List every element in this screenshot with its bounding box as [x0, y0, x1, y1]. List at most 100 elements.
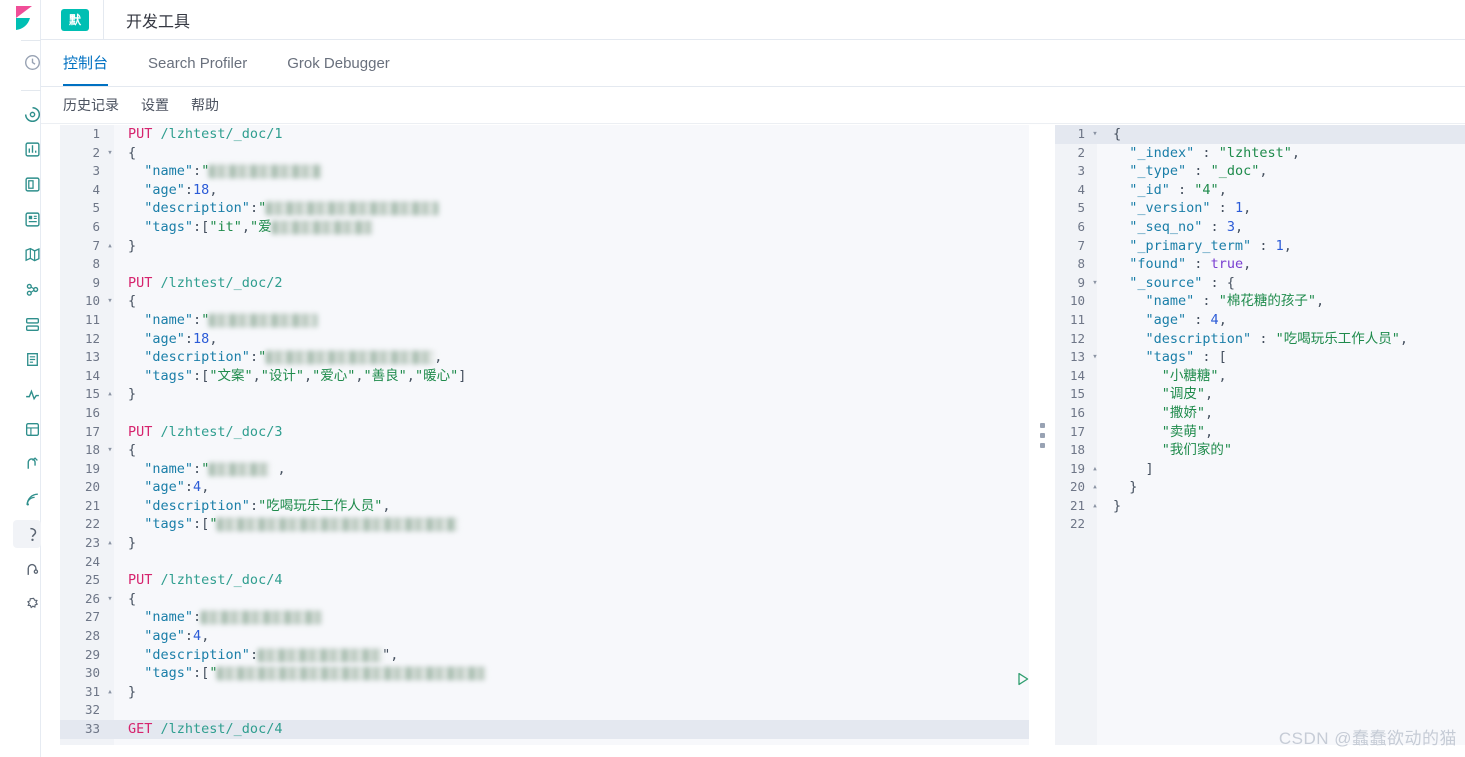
code-line[interactable]: 9 PUT /lzhtest/_doc/2: [60, 274, 1029, 293]
sidebar-item-enterprise-search[interactable]: [13, 450, 41, 478]
sidebar-item-stack-monitoring[interactable]: [13, 555, 41, 583]
submenu-item-settings[interactable]: 设置: [141, 95, 169, 115]
code-text: "卖萌",: [1161, 423, 1214, 440]
code-line[interactable]: 30 "tags":[": [60, 664, 1029, 683]
code-line[interactable]: 28 "age":4,: [60, 627, 1029, 646]
code-line[interactable]: 17 PUT /lzhtest/_doc/3: [60, 423, 1029, 442]
kibana-logo-icon[interactable]: [14, 6, 36, 30]
code-line[interactable]: 19 "name":" ,: [60, 460, 1029, 479]
fold-toggle-icon[interactable]: ▴: [104, 534, 116, 553]
code-line[interactable]: 3 "name":": [60, 162, 1029, 181]
code-line[interactable]: 27 "name":: [60, 608, 1029, 627]
submenu-item-history[interactable]: 历史记录: [63, 95, 119, 115]
sidebar-item-uptime[interactable]: [13, 380, 41, 408]
sidebar-item-maps[interactable]: [13, 240, 41, 268]
fold-toggle-icon[interactable]: ▴: [1089, 478, 1101, 497]
line-number: 18: [84, 442, 100, 458]
code-line[interactable]: 32: [60, 701, 1029, 720]
line-number: 22: [1069, 516, 1085, 532]
sidebar-item-apm[interactable]: [13, 415, 41, 443]
code-line[interactable]: 11 "name":": [60, 311, 1029, 330]
code-line[interactable]: 13 "description":",: [60, 348, 1029, 367]
fold-toggle-icon[interactable]: ▾: [104, 144, 116, 163]
fold-toggle-icon[interactable]: ▴: [1089, 460, 1101, 479]
fold-toggle-icon[interactable]: ▴: [104, 683, 116, 702]
tab-console[interactable]: 控制台: [63, 56, 109, 86]
tab-search-profiler[interactable]: Search Profiler: [148, 56, 247, 86]
fold-toggle-icon[interactable]: ▴: [104, 237, 116, 256]
code-line[interactable]: 2 ▾ {: [60, 144, 1029, 163]
sidebar-item-logs[interactable]: [13, 345, 41, 373]
redacted-text: [209, 165, 322, 179]
sidebar-item-canvas[interactable]: [13, 205, 41, 233]
play-icon[interactable]: [1015, 671, 1029, 692]
code-line[interactable]: 10 ▾ {: [60, 292, 1029, 311]
fold-toggle-icon[interactable]: ▴: [104, 385, 116, 404]
fold-toggle-icon[interactable]: ▾: [104, 441, 116, 460]
fold-toggle-icon[interactable]: ▾: [104, 292, 116, 311]
code-text: "_index" : "lzhtest",: [1129, 144, 1300, 161]
code-line[interactable]: 6 "tags":["it","爱: [60, 218, 1029, 237]
code-line: 5 "_version" : 1,: [1055, 199, 1465, 218]
request-editor[interactable]: 1 PUT /lzhtest/_doc/1 2 ▾{3 "name":" 4 "age"…: [60, 125, 1029, 745]
code-text: "我们家的": [1161, 442, 1233, 459]
fold-toggle-icon[interactable]: ▴: [1089, 497, 1101, 516]
code-line[interactable]: 23 ▴}: [60, 534, 1029, 553]
request-editor-lines[interactable]: 1 PUT /lzhtest/_doc/1 2 ▾{3 "name":" 4 "age"…: [60, 125, 1029, 739]
sidebar-item-dashboard[interactable]: [13, 100, 41, 128]
code-text: "_type" : "_doc",: [1129, 163, 1268, 180]
code-line[interactable]: 7 ▴}: [60, 237, 1029, 256]
sidebar-item-recent[interactable]: [13, 48, 41, 76]
response-editor[interactable]: 1 ▾{2 "_index" : "lzhtest", 3 "_type" : "_…: [1055, 125, 1465, 745]
code-line[interactable]: 26 ▾ {: [60, 590, 1029, 609]
code-line[interactable]: 4 "age":18,: [60, 181, 1029, 200]
fold-toggle-icon[interactable]: ▾: [1089, 125, 1101, 144]
sidebar-item-machine-learning[interactable]: [13, 275, 41, 303]
sidebar-item-observability[interactable]: [13, 485, 41, 513]
code-line[interactable]: 8: [60, 255, 1029, 274]
code-line[interactable]: 31 ▴}: [60, 683, 1029, 702]
fold-toggle-icon[interactable]: ▾: [1089, 274, 1101, 293]
sidebar-item-infrastructure[interactable]: [13, 310, 41, 338]
submenu-item-help[interactable]: 帮助: [191, 95, 219, 115]
code-line[interactable]: 24: [60, 553, 1029, 572]
sidebar-item-management[interactable]: [13, 590, 41, 618]
code-text: }: [128, 237, 137, 254]
sidebar-item-discover[interactable]: [13, 135, 41, 163]
line-number: 19: [84, 460, 100, 476]
code-line[interactable]: 12 "age":18,: [60, 330, 1029, 349]
space-avatar-badge[interactable]: 默: [61, 8, 89, 31]
sidebar-item-visualize[interactable]: [13, 170, 41, 198]
redacted-text: [271, 220, 372, 234]
tab-grok-debugger[interactable]: Grok Debugger: [287, 56, 390, 86]
code-line[interactable]: 5 "description":": [60, 199, 1029, 218]
code-line[interactable]: 22 "tags":[": [60, 515, 1029, 534]
code-line[interactable]: 18 ▾ {: [60, 441, 1029, 460]
sidebar-item-dev-tools[interactable]: [13, 520, 41, 548]
code-line[interactable]: 20 "age":4,: [60, 478, 1029, 497]
fold-toggle-icon[interactable]: ▾: [1089, 348, 1101, 367]
code-line[interactable]: 14 "tags":["文案","设计","爱心","善良","暖心"]: [60, 367, 1029, 386]
code-line[interactable]: 16: [60, 404, 1029, 423]
code-text: ]: [1145, 460, 1154, 477]
code-text: {: [128, 293, 137, 310]
code-line: 20 ▴ }: [1055, 478, 1465, 497]
code-line[interactable]: 25 PUT /lzhtest/_doc/4: [60, 571, 1029, 590]
pane-resizer-handle[interactable]: [1031, 125, 1053, 745]
code-line[interactable]: 1 PUT /lzhtest/_doc/1: [60, 125, 1029, 144]
fold-toggle-icon[interactable]: ▾: [104, 590, 116, 609]
line-number: 2: [92, 144, 100, 160]
code-line[interactable]: 21 "description":"吃喝玩乐工作人员",: [60, 497, 1029, 516]
code-text: GET /lzhtest/_doc/4: [128, 721, 283, 737]
response-viewer-pane[interactable]: 1 ▾{2 "_index" : "lzhtest", 3 "_type" : "_…: [1055, 125, 1465, 745]
code-line[interactable]: 29 "description": ",: [60, 646, 1029, 665]
code-text: "name" : "棉花糖的孩子",: [1145, 293, 1325, 310]
code-text: "description":",: [144, 646, 399, 663]
request-editor-pane[interactable]: 1 PUT /lzhtest/_doc/1 2 ▾{3 "name":" 4 "age"…: [60, 125, 1029, 745]
code-line[interactable]: 33 GET /lzhtest/_doc/4: [60, 720, 1029, 739]
code-line[interactable]: 15 ▴}: [60, 385, 1029, 404]
